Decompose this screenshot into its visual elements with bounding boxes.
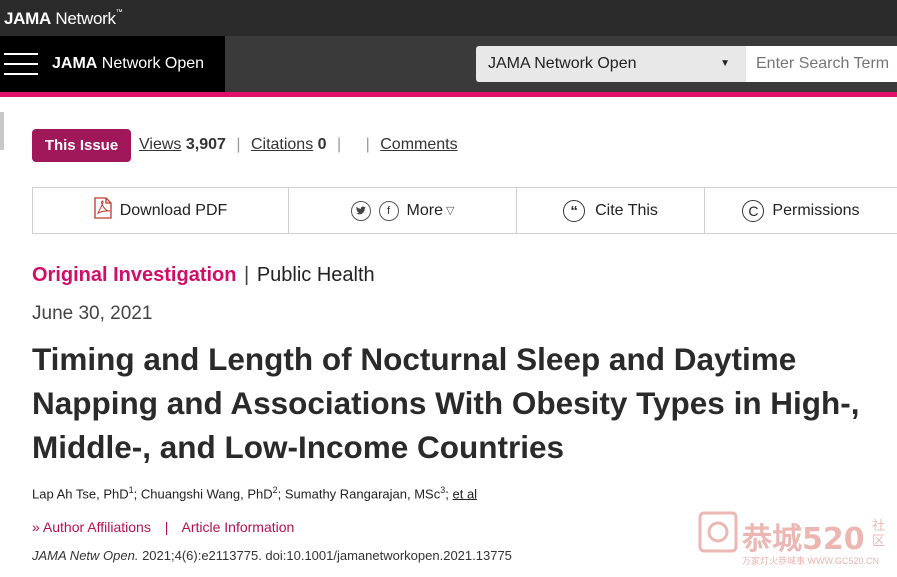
twitter-icon[interactable] — [350, 200, 371, 221]
article-information-link[interactable]: Article Information — [182, 519, 295, 535]
author-name[interactable]: Sumathy Rangarajan, MSc — [285, 486, 440, 501]
share-more-button[interactable]: f More ▽ — [289, 188, 517, 233]
article-info-links: » Author Affiliations | Article Informat… — [32, 519, 295, 535]
article-subject[interactable]: Public Health — [257, 264, 375, 286]
menu-icon[interactable] — [4, 53, 38, 75]
permissions-button[interactable]: C Permissions — [705, 188, 897, 233]
watermark-text: 恭城520 — [742, 522, 865, 557]
citation-journal: JAMA Netw Open. — [32, 548, 139, 563]
this-issue-button[interactable]: This Issue — [32, 129, 131, 162]
scrollbar[interactable] — [0, 112, 4, 150]
article-metrics: Views 3,907 | Citations 0 | | Comments — [139, 136, 458, 153]
jama-network-logo[interactable]: JAMA Network™ — [4, 9, 123, 29]
publication-date: June 30, 2021 — [32, 303, 153, 324]
chevron-down-icon: ▽ — [445, 205, 455, 217]
facebook-icon[interactable]: f — [378, 200, 399, 221]
double-chevron-right-icon: » — [32, 519, 40, 535]
search-input[interactable] — [746, 46, 897, 82]
cite-this-label: Cite This — [595, 201, 658, 219]
watermark: 恭城520 社区 万家灯火恭城事 WWW.GC520.CN — [698, 510, 897, 577]
views-count: 3,907 — [185, 136, 226, 153]
watermark-url: 万家灯火恭城事 WWW.GC520.CN — [742, 556, 880, 566]
copyright-icon: C — [742, 199, 765, 222]
views-link[interactable]: Views — [139, 136, 181, 153]
et-al-link[interactable]: et al — [452, 486, 477, 501]
author-affiliations-link[interactable]: Author Affiliations — [43, 519, 151, 535]
citations-link[interactable]: Citations — [251, 136, 313, 153]
author-name[interactable]: Lap Ah Tse, PhD — [32, 486, 129, 501]
comments-link[interactable]: Comments — [380, 136, 457, 153]
article-category: Original Investigation | Public Health — [32, 264, 375, 286]
journal-select[interactable]: JAMA Network Open ▼ — [476, 46, 746, 82]
journal-nav: JAMA Network Open — [0, 36, 225, 92]
journal-bar: JAMA Network Open JAMA Network Open ▼ — [0, 36, 897, 92]
network-bar: JAMA Network™ — [0, 0, 897, 36]
download-pdf-label: Download PDF — [119, 201, 228, 219]
cite-this-button[interactable]: “ Cite This — [517, 188, 705, 233]
citation-details: 2021;4(6):e2113775. doi:10.1001/jamanetw… — [138, 548, 512, 563]
accent-divider — [0, 92, 897, 97]
article-type[interactable]: Original Investigation — [32, 264, 236, 286]
more-label: More — [406, 201, 443, 219]
journal-title[interactable]: JAMA Network Open — [52, 55, 204, 73]
citation-line: JAMA Netw Open. 2021;4(6):e2113775. doi:… — [32, 548, 512, 563]
quote-icon: “ — [563, 199, 586, 222]
author-list: Lap Ah Tse, PhD1; Chuangshi Wang, PhD2; … — [32, 485, 478, 502]
permissions-label: Permissions — [772, 201, 860, 219]
pdf-icon — [94, 197, 112, 224]
article-toolbar: Download PDF f More ▽ “ Cite This C Perm… — [32, 187, 897, 234]
citations-count: 0 — [317, 136, 327, 153]
download-pdf-button[interactable]: Download PDF — [33, 188, 289, 233]
article-title: Timing and Length of Nocturnal Sleep and… — [32, 341, 860, 465]
author-name[interactable]: Chuangshi Wang, PhD — [141, 486, 273, 501]
watermark-side: 社区 — [872, 518, 886, 548]
journal-select-value: JAMA Network Open — [488, 55, 637, 72]
chevron-down-icon: ▼ — [720, 58, 730, 69]
